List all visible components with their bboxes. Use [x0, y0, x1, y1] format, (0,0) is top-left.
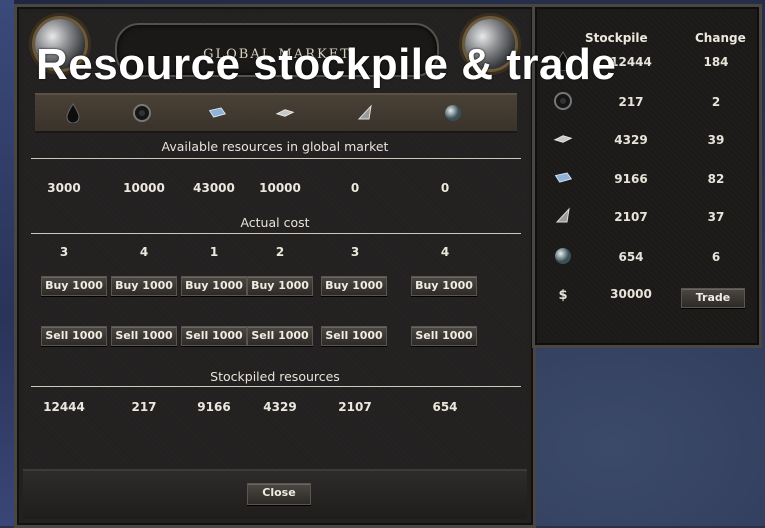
stockpiled-aluminium: 4329 — [263, 400, 297, 414]
available-steel: 43000 — [193, 181, 235, 195]
buy-tungsten-button[interactable]: Buy 1000 — [321, 276, 387, 296]
buy-chromium-button[interactable]: Buy 1000 — [411, 276, 477, 296]
available-aluminium: 10000 — [259, 181, 301, 195]
divider — [31, 158, 521, 159]
rubber-icon — [553, 91, 573, 111]
available-oil: 3000 — [47, 181, 81, 195]
oil-icon — [63, 103, 83, 123]
cost-aluminium: 2 — [275, 245, 285, 259]
cost-steel: 1 — [209, 245, 219, 259]
steel-icon — [207, 103, 227, 123]
cost-rubber: 4 — [139, 245, 149, 259]
trade-button[interactable]: Trade — [681, 288, 745, 308]
chromium-icon — [553, 246, 573, 266]
buy-steel-button[interactable]: Buy 1000 — [181, 276, 247, 296]
stockpile-chromium: 654 — [618, 250, 644, 264]
change-chromium: 6 — [711, 250, 721, 264]
sell-chromium-button[interactable]: Sell 1000 — [411, 326, 477, 346]
tungsten-icon — [553, 206, 573, 226]
overlay-caption: Resource stockpile & trade — [36, 40, 617, 89]
change-steel: 82 — [707, 172, 725, 186]
available-rubber: 10000 — [123, 181, 165, 195]
available-tungsten: 0 — [350, 181, 360, 195]
buy-rubber-button[interactable]: Buy 1000 — [111, 276, 177, 296]
stockpiled-steel: 9166 — [197, 400, 231, 414]
divider — [31, 386, 521, 387]
change-tungsten: 37 — [707, 210, 725, 224]
stockpile-steel: 9166 — [614, 172, 648, 186]
money-icon: $ — [558, 287, 568, 303]
close-button[interactable]: Close — [247, 483, 311, 505]
stockpiled-oil: 12444 — [43, 400, 85, 414]
aluminium-icon — [275, 103, 295, 123]
stockpiled-chromium: 654 — [432, 400, 458, 414]
stockpiled-rubber: 217 — [131, 400, 157, 414]
cost-tungsten: 3 — [350, 245, 360, 259]
stockpile-aluminium: 4329 — [614, 133, 648, 147]
cost-oil: 3 — [59, 245, 69, 259]
stockpile-tungsten: 2107 — [614, 210, 648, 224]
actual-cost-label: Actual cost — [240, 215, 310, 230]
window-footer: Close — [23, 469, 527, 519]
rubber-icon — [132, 103, 152, 123]
sell-steel-button[interactable]: Sell 1000 — [181, 326, 247, 346]
change-header: Change — [695, 31, 746, 45]
sell-aluminium-button[interactable]: Sell 1000 — [247, 326, 313, 346]
map-edge — [0, 0, 14, 526]
steel-icon — [553, 168, 573, 188]
available-resources-label: Available resources in global market — [161, 139, 389, 154]
tungsten-icon — [355, 103, 375, 123]
sell-oil-button[interactable]: Sell 1000 — [41, 326, 107, 346]
sell-tungsten-button[interactable]: Sell 1000 — [321, 326, 387, 346]
aluminium-icon — [553, 129, 573, 149]
cost-chromium: 4 — [440, 245, 450, 259]
stockpile-rubber: 217 — [618, 95, 644, 109]
sell-rubber-button[interactable]: Sell 1000 — [111, 326, 177, 346]
stockpiled-tungsten: 2107 — [338, 400, 372, 414]
chromium-icon — [443, 103, 463, 123]
available-chromium: 0 — [440, 181, 450, 195]
buy-aluminium-button[interactable]: Buy 1000 — [247, 276, 313, 296]
change-aluminium: 39 — [707, 133, 725, 147]
change-rubber: 2 — [711, 95, 721, 109]
change-oil: 184 — [703, 55, 729, 69]
stockpiled-resources-label: Stockpiled resources — [210, 369, 340, 384]
buy-oil-button[interactable]: Buy 1000 — [41, 276, 107, 296]
divider — [31, 233, 521, 234]
money-amount: 30000 — [610, 287, 652, 301]
resource-icon-bar — [35, 93, 517, 133]
